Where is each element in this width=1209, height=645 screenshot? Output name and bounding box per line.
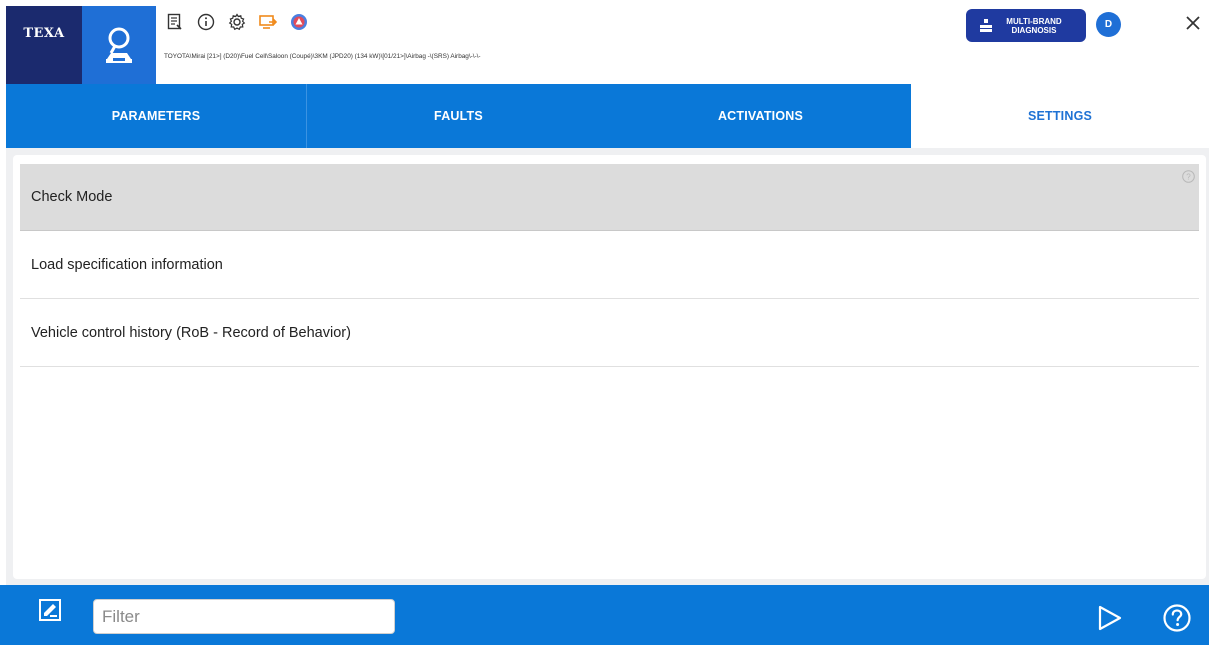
list-item-check-mode[interactable]: Check Mode ? (20, 164, 1199, 231)
list-item-vehicle-control-history[interactable]: Vehicle control history (RoB - Record of… (20, 300, 1199, 367)
tab-settings[interactable]: SETTINGS (911, 84, 1209, 148)
search-vehicle-button[interactable] (82, 6, 156, 84)
tab-activations[interactable]: ACTIVATIONS (610, 84, 911, 148)
gear-icon[interactable] (228, 13, 246, 31)
close-icon (1186, 16, 1200, 30)
app-window: TEXA TOYOTA\Mirai [21>] (D20)\Fuel Cell\… (0, 0, 1209, 645)
screen-share-icon[interactable] (259, 13, 277, 31)
list-item-load-specification[interactable]: Load specification information (20, 232, 1199, 299)
list-item-label: Load specification information (31, 257, 223, 273)
search-car-icon (106, 27, 132, 63)
document-icon[interactable] (166, 13, 184, 31)
multi-brand-diagnosis-button[interactable]: MULTI-BRAND DIAGNOSIS (966, 9, 1086, 42)
edit-icon[interactable] (38, 598, 62, 622)
vehicle-breadcrumb: TOYOTA\Mirai [21>] (D20)\Fuel Cell\Saloo… (164, 53, 481, 60)
filter-input[interactable] (93, 599, 395, 634)
play-icon[interactable] (1094, 603, 1124, 633)
toolbar-icons (166, 12, 308, 32)
multi-brand-label: MULTI-BRAND DIAGNOSIS (1006, 16, 1062, 35)
tab-parameters[interactable]: PARAMETERS (6, 84, 307, 148)
close-button[interactable] (1182, 12, 1204, 34)
main-tabs: PARAMETERS FAULTS ACTIVATIONS SETTINGS (6, 84, 1209, 148)
tester-device-icon (980, 18, 992, 32)
texa-logo: TEXA (6, 6, 82, 84)
cloud-triangle-icon[interactable] (290, 13, 308, 31)
list-item-label: Check Mode (31, 189, 113, 205)
info-icon[interactable] (197, 13, 215, 31)
tab-faults[interactable]: FAULTS (307, 84, 610, 148)
logo-text: TEXA (23, 26, 65, 41)
list-item-label: Vehicle control history (RoB - Record of… (31, 325, 351, 341)
help-icon[interactable]: ? (1182, 170, 1195, 183)
header: TEXA TOYOTA\Mirai [21>] (D20)\Fuel Cell\… (0, 0, 1209, 84)
help-button-icon[interactable] (1162, 603, 1192, 633)
user-avatar[interactable]: D (1096, 12, 1121, 37)
svg-text:?: ? (1186, 172, 1191, 181)
